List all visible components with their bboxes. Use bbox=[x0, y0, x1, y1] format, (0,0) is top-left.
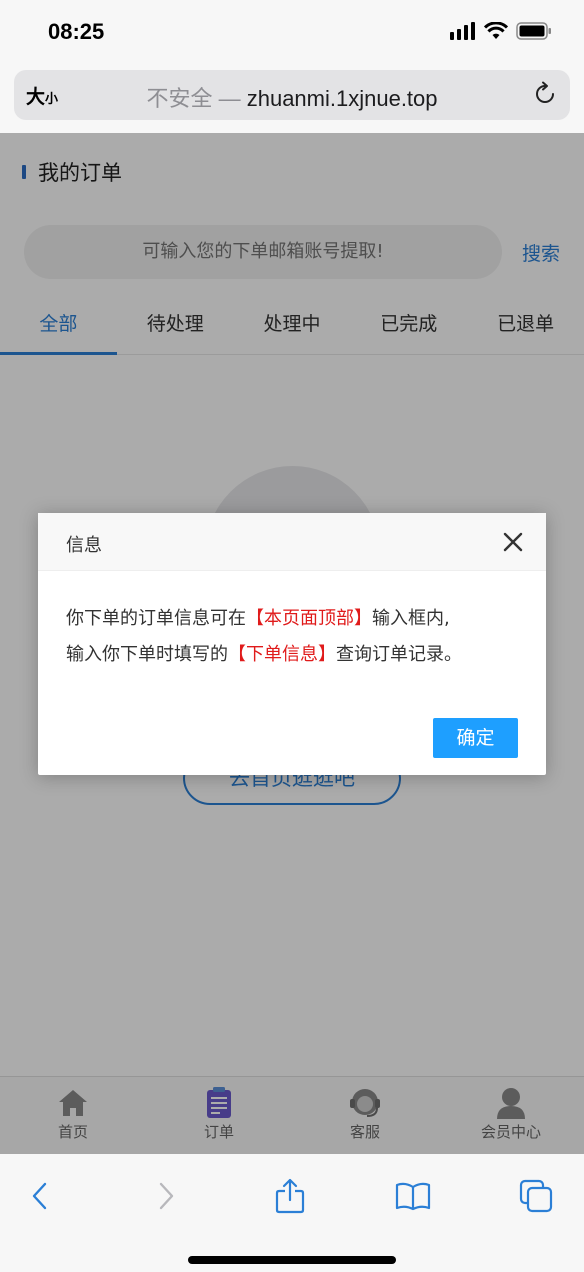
info-dialog: 信息 你下单的订单信息可在【本页面顶部】输入框内, 输入你下单时填写的【下单信息… bbox=[38, 513, 546, 775]
battery-icon bbox=[516, 22, 551, 40]
chevron-right-icon bbox=[159, 1182, 174, 1210]
dialog-header: 信息 bbox=[38, 513, 546, 571]
status-time: 08:25 bbox=[48, 19, 105, 44]
message-text: 你下单的订单信息可在 bbox=[66, 608, 246, 629]
wifi-icon bbox=[484, 22, 508, 39]
tabs-icon bbox=[519, 1179, 553, 1213]
url-host: zhuanmi.1xjnue.top bbox=[246, 86, 438, 111]
tabs-button[interactable] bbox=[516, 1176, 556, 1216]
cellular-signal-icon bbox=[450, 22, 475, 40]
status-bar: 08:25 bbox=[0, 0, 584, 66]
home-indicator bbox=[188, 1256, 396, 1264]
book-icon bbox=[395, 1182, 431, 1211]
insecure-label: 不安全 — bbox=[146, 86, 247, 111]
message-text: 输入框内, bbox=[372, 608, 450, 629]
message-text: 查询订单记录。 bbox=[336, 644, 462, 665]
highlight-text: 【下单信息】 bbox=[228, 644, 336, 665]
dialog-message-line-1: 你下单的订单信息可在【本页面顶部】输入框内, bbox=[66, 601, 518, 637]
dialog-title: 信息 bbox=[66, 535, 102, 556]
status-icons bbox=[450, 22, 552, 40]
dialog-close-button[interactable] bbox=[502, 531, 524, 553]
share-icon bbox=[275, 1178, 305, 1214]
reload-icon bbox=[536, 81, 554, 103]
bookmarks-button[interactable] bbox=[393, 1176, 433, 1216]
address-bar[interactable]: 大小 不安全 — zhuanmi.1xjnue.top bbox=[14, 70, 570, 120]
share-button[interactable] bbox=[270, 1176, 310, 1216]
close-icon bbox=[503, 532, 523, 552]
dialog-ok-button[interactable]: 确定 bbox=[433, 718, 518, 758]
back-button[interactable] bbox=[20, 1176, 60, 1216]
highlight-text: 【本页面顶部】 bbox=[246, 608, 372, 629]
reload-button[interactable] bbox=[534, 81, 558, 113]
chevron-left-icon bbox=[32, 1182, 47, 1210]
dialog-message: 你下单的订单信息可在【本页面顶部】输入框内, 输入你下单时填写的【下单信息】查询… bbox=[38, 571, 546, 673]
url-display[interactable]: 不安全 — zhuanmi.1xjnue.top bbox=[14, 81, 570, 113]
message-text: 输入你下单时填写的 bbox=[66, 644, 228, 665]
forward-button[interactable] bbox=[146, 1176, 186, 1216]
browser-toolbar bbox=[0, 1154, 584, 1272]
dialog-message-line-2: 输入你下单时填写的【下单信息】查询订单记录。 bbox=[66, 637, 518, 673]
